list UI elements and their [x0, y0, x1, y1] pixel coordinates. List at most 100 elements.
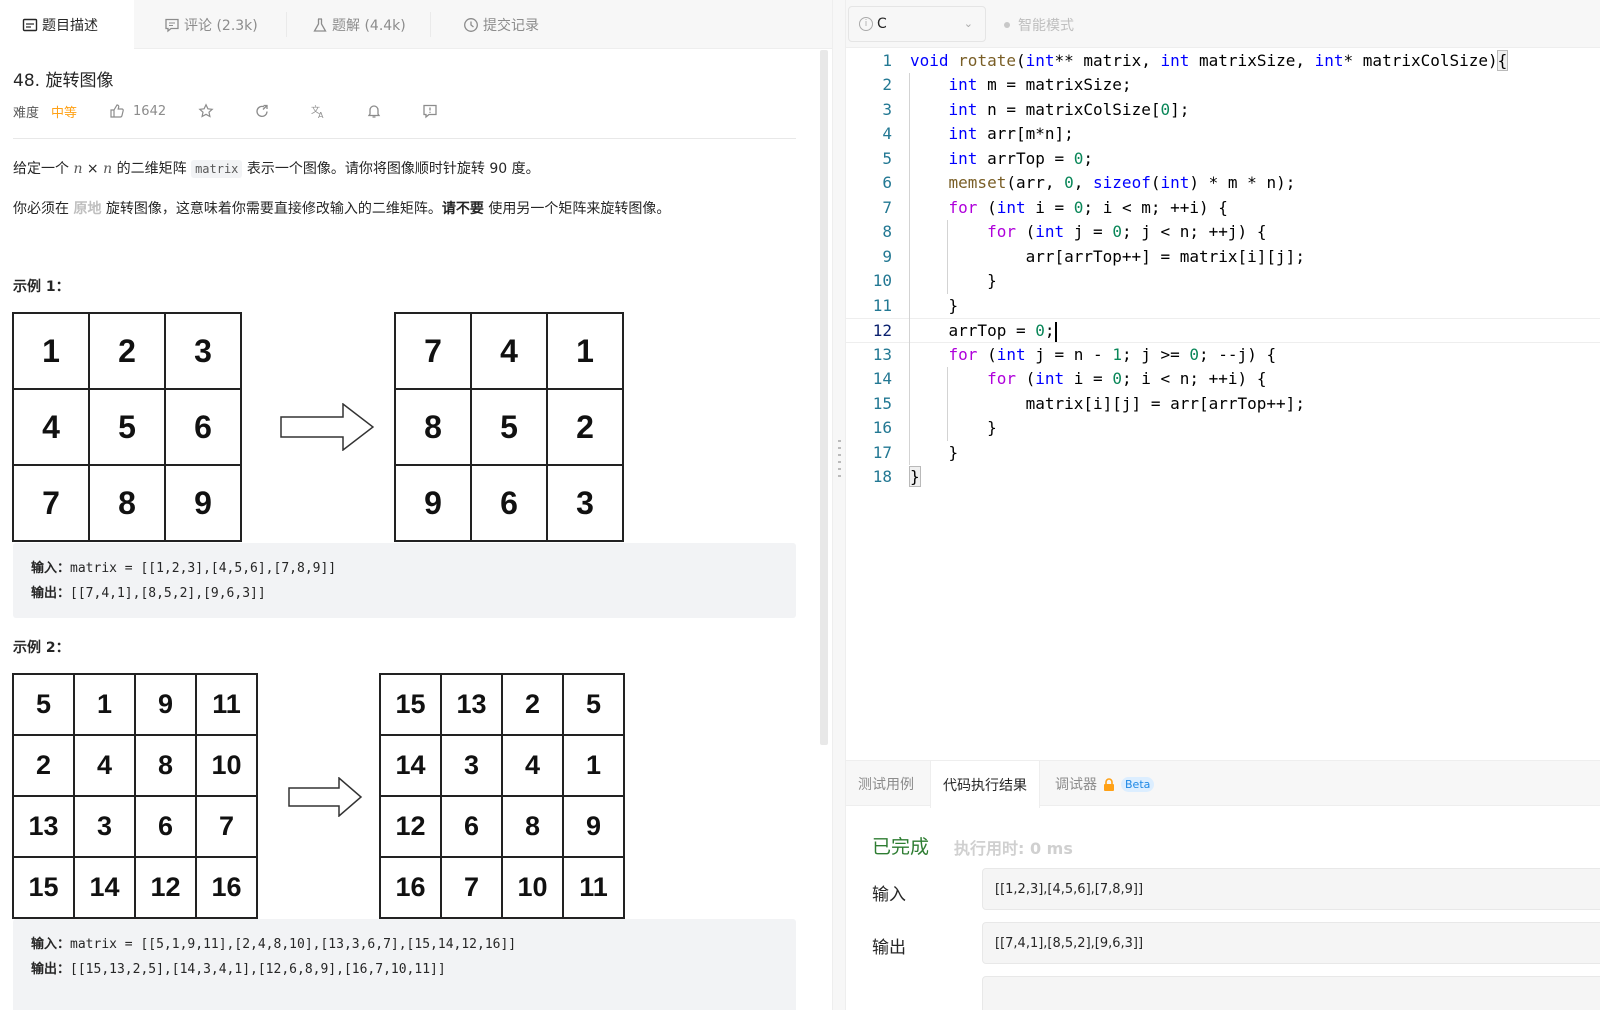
matrix-cell: 8 — [90, 466, 164, 540]
translate-icon[interactable]: 文A — [310, 103, 326, 119]
matrix-cell: 13 — [442, 675, 501, 734]
matrix-cell: 1 — [548, 314, 622, 388]
tab-label: 题目描述 — [42, 18, 98, 34]
text: × — [82, 161, 104, 177]
feedback-icon[interactable] — [422, 103, 438, 119]
line-number: 9 — [882, 246, 892, 266]
code-line[interactable]: 9 arr[arrTop++] = matrix[i][j]; — [846, 245, 1600, 270]
output-label: 输出 — [872, 938, 906, 958]
line-number: 10 — [872, 271, 892, 290]
indent-guide — [947, 367, 949, 441]
code-line[interactable]: 14 for (int i = 0; i < n; ++i) { — [846, 367, 1600, 392]
expected-value-box — [982, 976, 1600, 1010]
matrix-cell: 14 — [75, 858, 134, 917]
code-editor[interactable]: 1 void rotate(int** matrix, int matrixSiz… — [846, 48, 1600, 760]
line-number: 1 — [882, 50, 892, 70]
code-line[interactable]: 10 } — [846, 269, 1600, 294]
code-line[interactable]: 12 arrTop = 0; — [846, 318, 1600, 343]
in-place-link[interactable]: 原地 — [73, 201, 101, 217]
input-value: matrix = [[1,2,3],[4,5,6],[7,8,9]] — [70, 561, 337, 576]
editor-toolbar: i C ⌄ 智能模式 — [846, 0, 1600, 48]
code-line[interactable]: 4 int arr[m*n]; — [846, 122, 1600, 147]
code-text: arrTop = 0; — [910, 321, 1057, 342]
input-value-box: [[1,2,3],[4,5,6],[7,8,9]] — [982, 868, 1600, 910]
matrix-cell: 4 — [503, 736, 562, 795]
output-value-box: [[7,4,1],[8,5,2],[9,6,3]] — [982, 922, 1600, 964]
arrow-right-icon — [288, 777, 363, 817]
code-line[interactable]: 15 matrix[i][j] = arr[arrTop++]; — [846, 392, 1600, 417]
tab-testcase[interactable]: 测试用例 — [846, 761, 926, 807]
matrix-cell: 4 — [14, 390, 88, 464]
clock-icon — [464, 17, 478, 32]
grip-dot — [838, 454, 841, 456]
matrix-cell: 7 — [396, 314, 470, 388]
matrix-cell: 5 — [90, 390, 164, 464]
problem-scrollbar[interactable] — [820, 50, 828, 745]
code-text: int n = matrixColSize[0]; — [948, 99, 1190, 119]
matrix-cell: 8 — [503, 797, 562, 856]
line-number: 8 — [882, 222, 892, 241]
text: 你必须在 — [13, 201, 74, 217]
tab-submissions[interactable]: 提交记录 — [463, 0, 539, 49]
matrix-cell: 11 — [564, 858, 623, 917]
output-value: [[7,4,1],[8,5,2],[9,6,3]] — [70, 586, 266, 601]
matrix-cell: 4 — [75, 736, 134, 795]
tab-debugger[interactable]: 调试器 Beta — [1043, 761, 1166, 807]
smart-mode-toggle[interactable]: 智能模式 — [1004, 15, 1074, 35]
matrix-cell: 7 — [442, 858, 501, 917]
code-line[interactable]: 17 } — [846, 441, 1600, 466]
code-line[interactable]: 6 memset(arr, 0, sizeof(int) * m * n); — [846, 171, 1600, 196]
math-n: n — [103, 161, 113, 177]
comment-icon — [165, 18, 179, 32]
line-number: 7 — [882, 197, 892, 217]
code-line[interactable]: 8 for (int j = 0; j < n; ++j) { — [846, 220, 1600, 245]
example-2-heading: 示例 2： — [13, 640, 70, 656]
code-line[interactable]: 16 } — [846, 416, 1600, 441]
example-1-io-block: 输入：matrix = [[1,2,3],[4,5,6],[7,8,9]] 输出… — [13, 543, 796, 618]
language-value: C — [877, 16, 887, 32]
pane-resize-handle[interactable] — [832, 0, 846, 1010]
matrix-cell: 13 — [14, 797, 73, 856]
input-label: 输入 — [872, 885, 906, 905]
difficulty-label: 难度 — [13, 105, 40, 121]
language-select[interactable]: i C ⌄ — [848, 6, 986, 42]
star-icon[interactable] — [198, 103, 214, 119]
tab-description[interactable]: 题目描述 — [0, 0, 134, 50]
code-line[interactable]: 5 int arrTop = 0; — [846, 147, 1600, 172]
code-line[interactable]: 1 void rotate(int** matrix, int matrixSiz… — [846, 49, 1600, 74]
code-text: matrix[i][j] = arr[arrTop++]; — [910, 393, 1305, 413]
bell-icon[interactable] — [366, 103, 382, 119]
example-1-heading: 示例 1： — [13, 279, 70, 295]
input-value: matrix = [[5,1,9,11],[2,4,8,10],[13,3,6,… — [70, 937, 517, 952]
matrix-cell: 9 — [564, 797, 623, 856]
output-label: 输出： — [31, 962, 71, 977]
tab-run-result[interactable]: 代码执行结果 — [930, 761, 1040, 808]
tab-solutions[interactable]: 题解 (4.4k) — [312, 0, 406, 49]
example-output-line: 输出：[[7,4,1],[8,5,2],[9,6,3]] — [31, 581, 778, 606]
line-number: 13 — [872, 344, 892, 364]
like-button[interactable]: 1642 — [109, 103, 166, 119]
code-line[interactable]: 18} — [846, 465, 1600, 490]
share-icon[interactable] — [254, 103, 270, 119]
matrix-cell: 2 — [14, 736, 73, 795]
line-number: 12 — [872, 321, 892, 340]
matrix-cell: 12 — [136, 858, 195, 917]
line-number: 5 — [882, 148, 892, 168]
code-line[interactable]: 13 for (int j = n - 1; j >= 0; --j) { — [846, 343, 1600, 368]
tab-comments[interactable]: 评论 (2.3k) — [164, 0, 258, 49]
tab-label: 测试用例 — [858, 777, 914, 793]
matrix-cell: 11 — [197, 675, 256, 734]
code-text: } — [909, 466, 921, 487]
line-number: 14 — [872, 369, 892, 388]
code-line[interactable]: 3 int n = matrixColSize[0]; — [846, 98, 1600, 123]
code-line[interactable]: 7 for (int i = 0; i < m; ++i) { — [846, 196, 1600, 221]
arrow-right-icon — [280, 403, 374, 451]
matrix-cell: 2 — [503, 675, 562, 734]
example-1-output-grid: 741 852 963 — [394, 312, 624, 542]
code-line[interactable]: 2 int m = matrixSize; — [846, 73, 1600, 98]
matrix-cell: 1 — [14, 314, 88, 388]
matrix-cell: 1 — [75, 675, 134, 734]
indent-guide — [947, 220, 949, 294]
line-number: 4 — [882, 124, 892, 143]
code-line[interactable]: 11 } — [846, 294, 1600, 319]
